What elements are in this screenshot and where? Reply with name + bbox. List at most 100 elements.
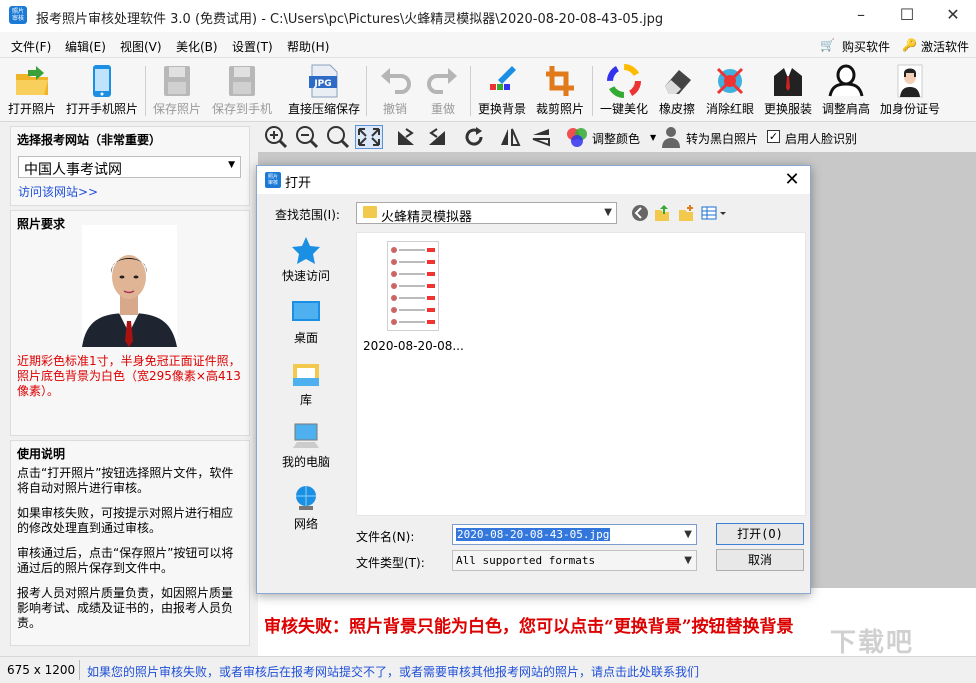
app-icon: 照片 审核 [9,6,27,24]
redo-label: 重做 [430,102,455,116]
photo-requirements-text: 近期彩色标准1寸，半身免冠正面证件照，照片底色背景为白色（宽295像素×高413… [17,354,241,398]
image-size-readout: 675 x 1200 [7,663,76,677]
minimize-button[interactable]: – [838,0,884,32]
flip-vertical-icon[interactable] [529,125,553,149]
new-folder-icon[interactable] [677,204,695,222]
save-disk-icon [159,64,195,98]
cancel-button[interactable]: 取消 [716,549,804,571]
place-my-computer[interactable]: 我的电脑 [271,418,341,478]
crop-photo-label: 裁剪照片 [535,102,584,116]
dialog-title: 打开 [285,176,312,191]
redo-icon [425,64,461,98]
back-icon[interactable] [631,204,649,222]
place-network[interactable]: 网络 [271,480,341,540]
crop-icon [542,64,578,98]
places-bar: 快速访问 桌面 库 我的电脑 网络 [271,232,341,562]
folder-open-icon [14,64,50,98]
dialog-app-icon: 照片 审核 [265,172,281,188]
crop-photo-button[interactable]: 裁剪照片 [534,60,586,120]
maximize-button[interactable]: ☐ [884,0,930,32]
menu-view[interactable]: 视图(V) [120,38,162,55]
up-folder-icon[interactable] [653,204,671,222]
filename-input[interactable]: 2020-08-20-08-43-05.jpg ▼ [452,524,697,545]
open-button[interactable]: 打开(O) [716,523,804,545]
compress-save-label: 直接压缩保存 [287,102,360,116]
flip-horizontal-icon[interactable] [498,125,522,149]
key-icon: 🔑 [902,38,917,52]
buy-software-link[interactable]: 购买软件 [842,38,890,55]
visit-site-link[interactable]: 访问该网站>> [18,183,98,200]
save-photo-button[interactable]: 保存照片 [151,60,203,120]
menu-file[interactable]: 文件(F) [11,38,51,55]
sample-photo [82,225,177,347]
adjust-color-button[interactable]: 调整颜色 ▼ [565,125,665,149]
contact-us-link[interactable]: 如果您的照片审核失败，或者审核后在报考网站提交不了，或者需要审核其他报考网站的照… [87,663,699,680]
adjust-shoulder-label: 调整肩高 [821,102,870,116]
computer-icon [291,422,321,450]
add-id-number-button[interactable]: 加身份证号 [878,60,942,120]
redo-button[interactable]: 重做 [422,60,464,120]
eraser-button[interactable]: 橡皮擦 [656,60,698,120]
place-quick-access[interactable]: 快速访问 [271,232,341,292]
file-list[interactable]: 2020-08-20-08... [356,232,806,516]
menu-help[interactable]: 帮助(H) [287,38,329,55]
change-clothes-label: 更换服装 [763,102,812,116]
menu-settings[interactable]: 设置(T) [232,38,273,55]
convert-bw-button[interactable]: 转为黑白照片 [660,125,770,149]
menu-beautify[interactable]: 美化(B) [176,38,218,55]
undo-label: 撤销 [382,102,407,116]
one-click-beautify-button[interactable]: 一键美化 [598,60,650,120]
undo-button[interactable]: 撤销 [374,60,416,120]
file-item[interactable]: 2020-08-20-08... [363,241,464,353]
usage-paragraph: 报考人员对照片质量负责，如因照片质量影响考试、成绩及证书的，由报考人员负责。 [17,586,234,630]
zoom-actual-icon[interactable] [326,125,350,149]
face-detect-checkbox[interactable]: ✓ 启用人脸识别 [767,125,867,149]
rotate-left-icon[interactable] [394,125,418,149]
chevron-down-icon: ▼ [684,555,692,566]
activate-software-link[interactable]: 激活软件 [921,38,969,55]
menu-bar: 文件(F) 编辑(E) 视图(V) 美化(B) 设置(T) 帮助(H) 🛒 购买… [0,32,976,58]
change-background-button[interactable]: 更换背景 [476,60,528,120]
look-in-label: 查找范围(I): [275,208,340,222]
dropdown-arrow-icon: ▼ [650,133,657,142]
id-photo-icon [892,64,928,98]
place-label: 我的电脑 [281,455,330,469]
change-clothes-button[interactable]: 更换服装 [762,60,814,120]
chevron-down-icon[interactable]: ▼ [684,529,692,540]
filetype-value: All supported formats [456,554,596,567]
save-to-phone-icon [224,64,260,98]
site-panel: 选择报考网站（非常重要） 中国人事考试网 ▼ 访问该网站>> [10,126,250,206]
adjust-shoulder-button[interactable]: 调整肩高 [820,60,872,120]
network-icon [291,484,321,512]
save-to-phone-button[interactable]: 保存到手机 [209,60,275,120]
open-phone-photo-button[interactable]: 打开手机照片 [64,60,140,120]
file-thumbnail [387,241,439,331]
zoom-in-icon[interactable] [264,125,288,149]
chevron-down-icon: ▼ [228,160,235,170]
compress-save-button[interactable]: JPG 直接压缩保存 [286,60,362,120]
window-title: 报考照片审核处理软件 3.0 (免费试用) - C:\Users\pc\Pict… [36,12,664,27]
suit-icon [770,64,806,98]
fit-window-icon[interactable] [355,125,383,149]
view-menu-icon[interactable] [701,204,729,222]
remove-redeye-button[interactable]: 消除红眼 [704,60,756,120]
zoom-out-icon[interactable] [295,125,319,149]
rotate-right-icon[interactable] [425,125,449,149]
convert-bw-label: 转为黑白照片 [686,132,759,146]
menu-edit[interactable]: 编辑(E) [65,38,106,55]
library-icon [291,360,321,388]
refresh-icon[interactable] [462,125,486,149]
place-library[interactable]: 库 [271,356,341,416]
close-window-button[interactable]: ✕ [930,0,976,32]
place-label: 网络 [293,517,318,531]
site-select[interactable]: 中国人事考试网 ▼ [18,156,241,178]
rgb-circles-icon [567,128,587,147]
place-desktop[interactable]: 桌面 [271,294,341,354]
filetype-select[interactable]: All supported formats ▼ [452,550,697,571]
open-photo-button[interactable]: 打开照片 [6,60,58,120]
open-phone-photo-label: 打开手机照片 [65,102,138,116]
dialog-close-button[interactable]: ✕ [780,168,804,192]
usage-paragraph: 点击“打开照片”按钮选择照片文件，软件将自动对照片进行审核。 [17,466,234,495]
look-in-select[interactable]: 火蜂精灵模拟器 ▼ [356,202,617,225]
phone-icon [84,64,120,98]
